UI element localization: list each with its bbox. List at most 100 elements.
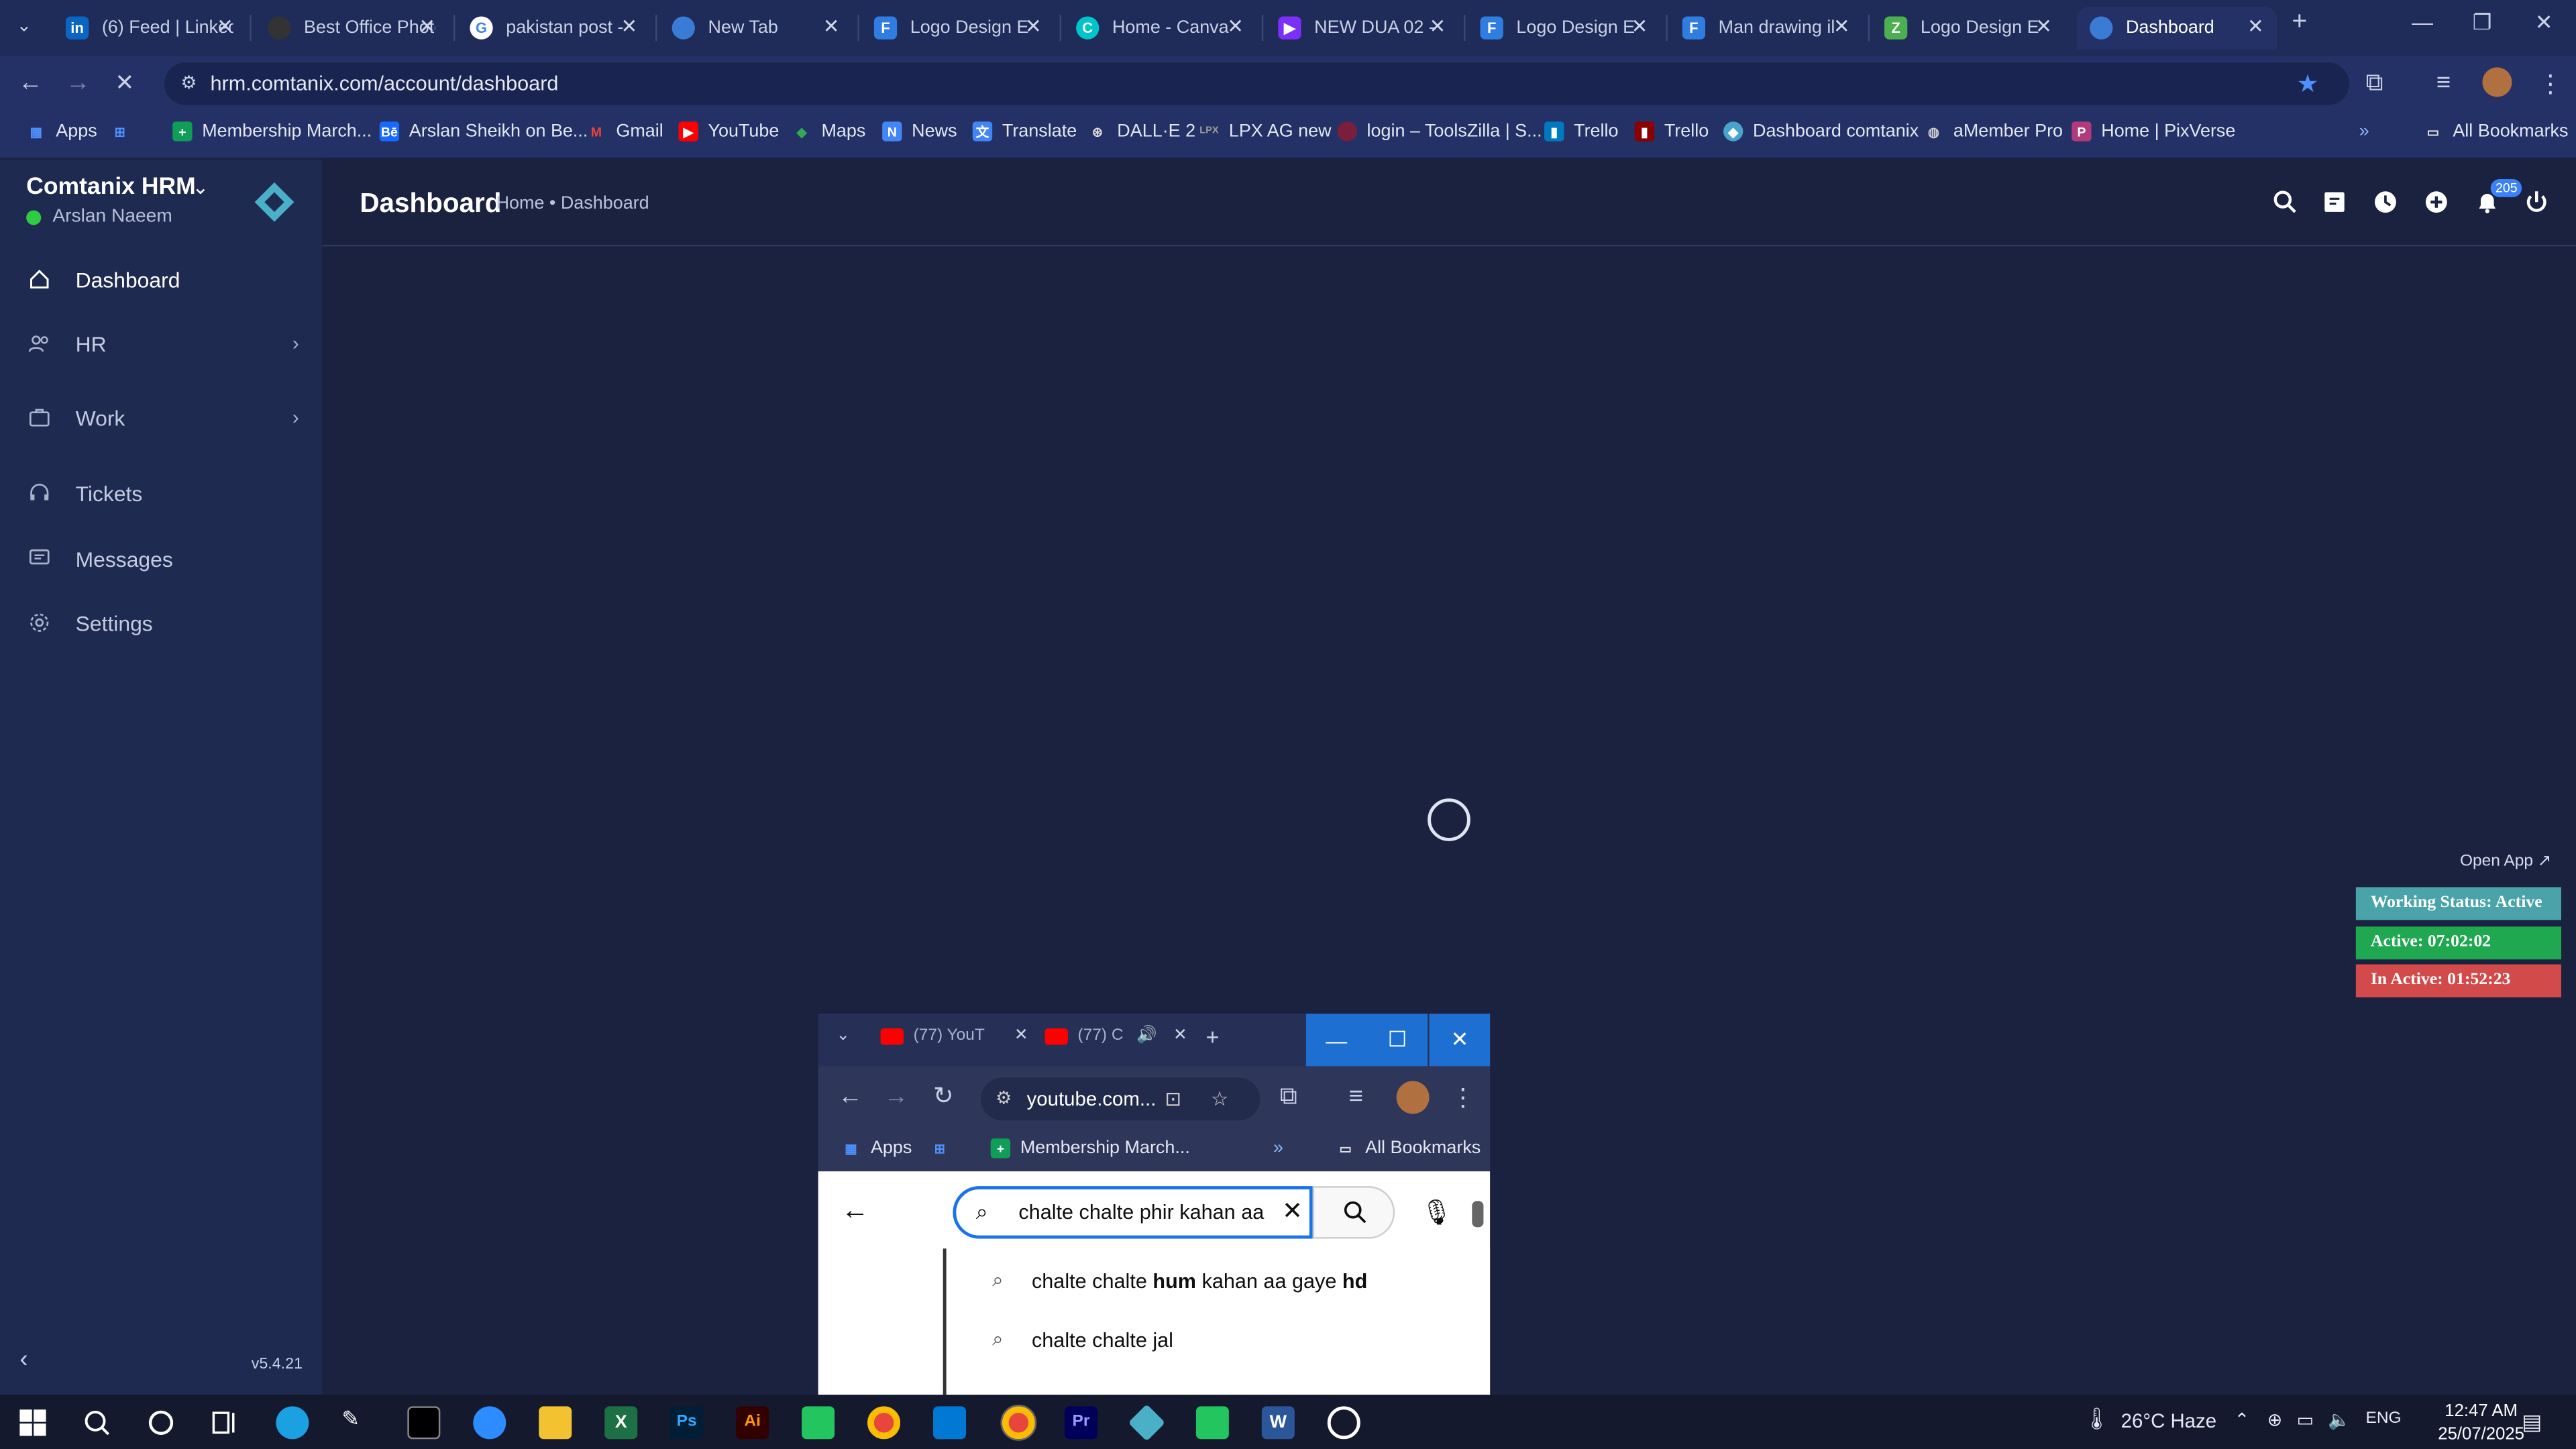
- forward-icon[interactable]: →: [66, 69, 91, 97]
- maximize-button[interactable]: ☐: [1366, 1014, 1428, 1067]
- bookmark-youtube[interactable]: ▶ YouTube: [678, 121, 779, 142]
- close-icon[interactable]: ✕: [1014, 1027, 1028, 1045]
- task-view-icon[interactable]: [209, 1406, 241, 1439]
- collapse-sidebar-icon[interactable]: ‹: [19, 1346, 28, 1374]
- extensions-icon[interactable]: ⧉: [1280, 1083, 1297, 1111]
- suggestion-item[interactable]: chalte chalte jal: [1032, 1329, 1173, 1352]
- windows-start-icon[interactable]: [16, 1406, 49, 1439]
- menu-icon[interactable]: ⋮: [1450, 1083, 1475, 1112]
- premiere-icon[interactable]: Pr: [1064, 1406, 1097, 1440]
- media-icon[interactable]: ≡: [1349, 1083, 1363, 1111]
- bookmark-grid[interactable]: ⊞: [110, 121, 140, 141]
- site-info-icon[interactable]: ⚙: [180, 72, 197, 93]
- weather-icon[interactable]: 🌡: [2083, 1406, 2110, 1432]
- clock-icon[interactable]: [2372, 189, 2398, 215]
- network-icon[interactable]: ⊕: [2267, 1409, 2283, 1431]
- bookmark-star-icon[interactable]: ★: [2297, 69, 2319, 99]
- forward-icon[interactable]: →: [884, 1083, 909, 1111]
- tab-logo-design-3[interactable]: Z Logo Design E ✕: [1871, 7, 2065, 50]
- new-tab-button[interactable]: +: [2292, 8, 2307, 38]
- bookmark-gmail[interactable]: M Gmail: [586, 121, 663, 141]
- close-window-button[interactable]: ✕: [2535, 10, 2553, 36]
- sidebar-item-dashboard[interactable]: Dashboard: [0, 255, 322, 304]
- profile-avatar[interactable]: [2482, 67, 2512, 97]
- stop-icon[interactable]: ✕: [115, 69, 134, 97]
- system-clock[interactable]: 12:47 AM 25/07/2025: [2438, 1400, 2524, 1446]
- speaker-icon[interactable]: 🔊: [1136, 1027, 1157, 1045]
- close-icon[interactable]: ✕: [1833, 15, 1850, 38]
- clear-icon[interactable]: ✕: [1282, 1189, 1303, 1236]
- new-tab-button[interactable]: +: [1206, 1024, 1220, 1050]
- tab-linkedin[interactable]: in (6) Feed | LinkedIn ✕: [52, 7, 246, 50]
- bookmark-comtanix[interactable]: ◆ Dashboard comtanix: [1723, 121, 1919, 142]
- file-explorer-icon[interactable]: [539, 1406, 572, 1440]
- sidebar-item-tickets[interactable]: Tickets: [0, 468, 322, 517]
- popup-tab-youtube-2[interactable]: (77) C 🔊 ✕: [1044, 1027, 1187, 1045]
- back-icon[interactable]: ←: [18, 69, 43, 97]
- chevron-down-icon[interactable]: ⌄: [193, 176, 209, 199]
- close-icon[interactable]: ✕: [217, 15, 233, 38]
- sidebar-item-settings[interactable]: Settings: [0, 598, 322, 647]
- bookmark-maps[interactable]: ◆ Maps: [792, 121, 866, 141]
- tab-canva[interactable]: C Home - Canva ✕: [1063, 7, 1256, 50]
- edge-icon[interactable]: [276, 1406, 309, 1440]
- all-bookmarks[interactable]: ▭ All Bookmarks: [1336, 1138, 1481, 1158]
- add-icon[interactable]: [2423, 189, 2449, 215]
- close-window-button[interactable]: ✕: [1429, 1014, 1491, 1067]
- close-icon[interactable]: ✕: [2247, 15, 2264, 38]
- menu-icon[interactable]: ⋮: [2538, 69, 2563, 99]
- bookmark-grid[interactable]: ⊞: [930, 1138, 959, 1158]
- tab-logo-design-1[interactable]: F Logo Design E ✕: [861, 7, 1055, 50]
- all-bookmarks[interactable]: ▭ All Bookmarks: [2423, 121, 2569, 141]
- tab-office-photos[interactable]: Best Office Photos ✕: [255, 7, 449, 50]
- bookmark-lpx[interactable]: LPX LPX AG new: [1199, 121, 1331, 141]
- close-icon[interactable]: ✕: [823, 15, 840, 38]
- bookmark-amember[interactable]: ◍ aMember Pro: [1924, 121, 2063, 141]
- excel-icon[interactable]: X: [604, 1406, 638, 1440]
- bookmarks-overflow[interactable]: »: [2359, 121, 2369, 141]
- power-icon[interactable]: [2524, 189, 2550, 215]
- volume-icon[interactable]: 🔈: [2328, 1409, 2351, 1431]
- profile-avatar[interactable]: [1396, 1081, 1430, 1114]
- illustrator-icon[interactable]: Ai: [736, 1406, 769, 1440]
- close-icon[interactable]: ✕: [1227, 15, 1244, 38]
- minimize-button[interactable]: —: [2412, 10, 2433, 35]
- terminal-icon[interactable]: [407, 1406, 441, 1440]
- close-icon[interactable]: ✕: [419, 15, 435, 38]
- bookmark-pixverse[interactable]: P Home | PixVerse: [2072, 121, 2235, 142]
- bookmark-news[interactable]: N News: [882, 121, 957, 142]
- chrome-icon[interactable]: [1000, 1404, 1037, 1441]
- sidebar-item-hr[interactable]: HR ›: [0, 319, 322, 368]
- photoshop-icon[interactable]: Ps: [670, 1406, 704, 1440]
- extensions-icon[interactable]: ⧉: [2366, 69, 2383, 97]
- brand-name[interactable]: Comtanix HRM: [26, 174, 196, 201]
- bookmark-behance[interactable]: Bē Arslan Sheikh on Be...: [379, 121, 588, 142]
- media-player-icon[interactable]: [1327, 1406, 1360, 1440]
- sidebar-item-messages[interactable]: Messages: [0, 534, 322, 583]
- tab-dua[interactable]: ▶ NEW DUA 02 - ✕: [1265, 7, 1459, 50]
- notification-center-icon[interactable]: ▤: [2522, 1409, 2542, 1436]
- install-icon[interactable]: ⊡: [1165, 1078, 1181, 1121]
- scrollbar-thumb[interactable]: [1472, 1201, 1484, 1228]
- bookmark-membership[interactable]: + Membership March...: [990, 1138, 1190, 1159]
- bookmark-trello-2[interactable]: ▮ Trello: [1634, 121, 1709, 142]
- bookmark-toolszilla[interactable]: login – ToolsZilla | S...: [1337, 121, 1542, 142]
- youtube-search-input[interactable]: ⌕ chalte chalte phir kahan aa ✕: [953, 1186, 1313, 1239]
- vscode-icon[interactable]: [933, 1406, 967, 1440]
- back-arrow-icon[interactable]: ←: [841, 1194, 869, 1227]
- star-icon[interactable]: ☆: [1211, 1078, 1228, 1121]
- close-icon[interactable]: ✕: [1173, 1027, 1187, 1045]
- cortana-icon[interactable]: [145, 1406, 178, 1439]
- weather-text[interactable]: 26°C Haze: [2121, 1409, 2216, 1432]
- bookmark-translate[interactable]: 文 Translate: [972, 121, 1077, 142]
- tab-dashboard[interactable]: Dashboard ✕: [2076, 6, 2277, 50]
- zoom-icon[interactable]: [473, 1406, 506, 1440]
- tab-man-drawing[interactable]: F Man drawing il ✕: [1669, 7, 1863, 50]
- bookmark-apps[interactable]: ▦ Apps: [841, 1138, 912, 1158]
- chevron-up-icon[interactable]: ⌃: [2235, 1409, 2250, 1431]
- close-icon[interactable]: ✕: [1631, 15, 1648, 38]
- tab-logo-design-2[interactable]: F Logo Design E ✕: [1467, 7, 1661, 50]
- bookmark-dalle[interactable]: ⊛ DALL·E 2: [1087, 121, 1195, 141]
- popup-url-field[interactable]: ⚙ youtube.com... ⊡ ☆: [981, 1077, 1260, 1121]
- media-icon[interactable]: ≡: [2436, 69, 2451, 97]
